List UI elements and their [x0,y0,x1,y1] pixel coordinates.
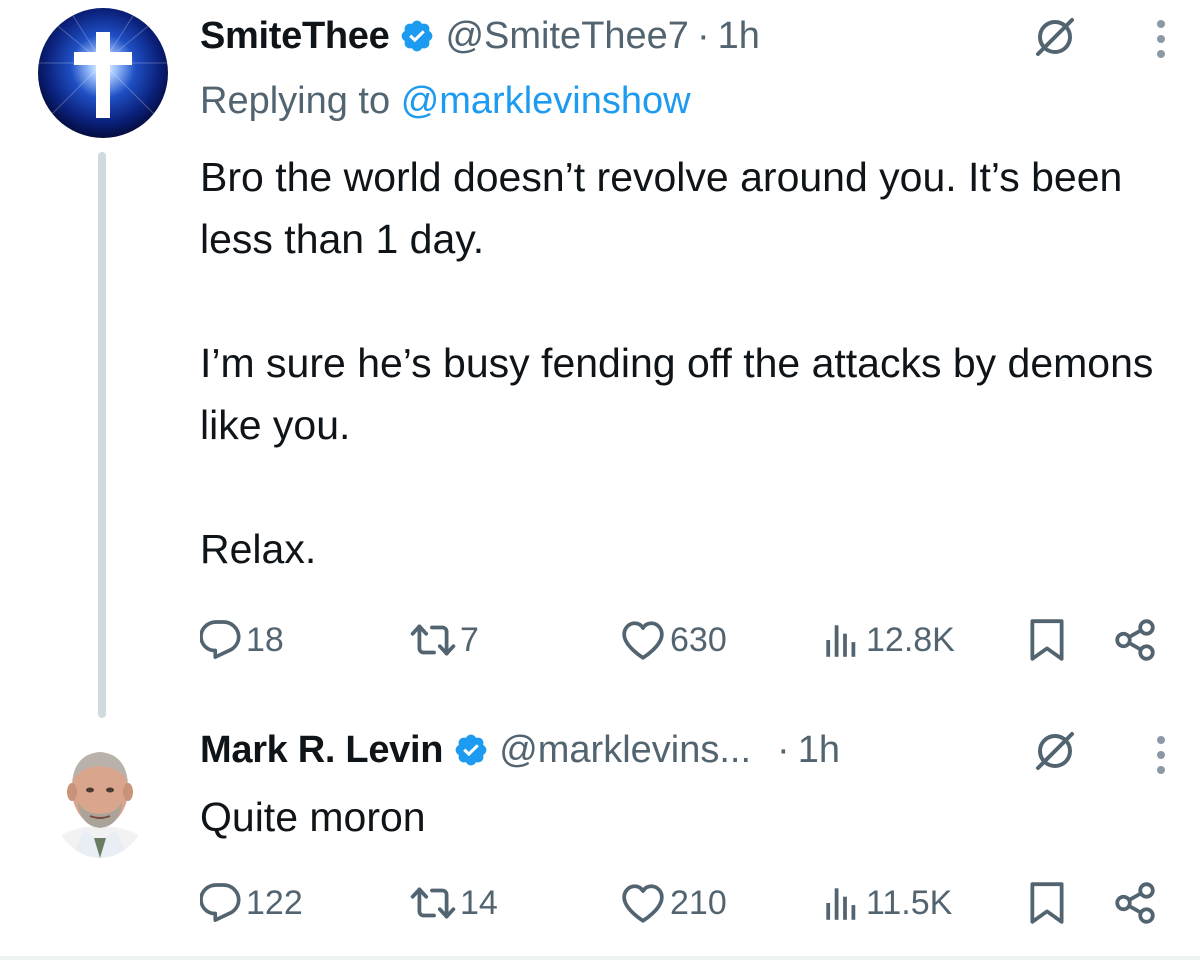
more-options-icon[interactable] [1151,14,1171,64]
repost-button[interactable]: 7 [410,615,479,665]
tweet-paragraph: Relax. [200,526,317,572]
view-count: 11.5K [866,883,953,922]
reply-count: 122 [246,883,303,922]
repost-count: 7 [460,620,479,659]
tweet-paragraph: Quite moron [200,794,426,840]
views-button[interactable]: 11.5K [820,878,952,928]
bookmark-icon [1026,880,1068,926]
verified-badge-icon[interactable] [399,18,435,54]
divider [0,956,1200,960]
share-icon [1112,617,1158,663]
profile-photo [50,734,150,858]
user-handle[interactable]: @marklevins... [499,729,751,772]
reply-count: 18 [246,620,284,659]
views-icon [820,882,862,924]
tweet-text: Bro the world doesn’t revolve around you… [200,146,1180,580]
views-icon [820,619,862,661]
reply-icon [200,619,242,661]
heart-icon [620,882,666,924]
share-icon [1112,880,1158,926]
timestamp[interactable]: 1h [718,15,760,58]
tweet-smitethee[interactable]: SmiteThee @SmiteThee7 · 1h Replying to @… [0,0,1200,718]
heart-icon [620,619,666,661]
view-count: 12.8K [866,620,955,659]
cross-icon [38,8,168,138]
replying-to-mention[interactable]: @marklevinshow [401,80,691,122]
bookmark-icon [1026,617,1068,663]
repost-button[interactable]: 14 [410,878,498,928]
repost-icon [410,882,456,924]
reply-icon [200,882,242,924]
share-button[interactable] [1112,878,1162,928]
user-handle[interactable]: @SmiteThee7 [445,15,688,58]
tweet-header: Mark R. Levin @marklevins... · 1h [200,720,840,780]
bookmark-button[interactable] [1026,615,1072,665]
reply-button[interactable]: 18 [200,615,284,665]
separator-dot: · [696,14,710,57]
display-name[interactable]: Mark R. Levin [200,729,443,772]
tweet-paragraph: I’m sure he’s busy fending off the attac… [200,340,1154,448]
replying-to-label: Replying to [200,80,391,122]
tweet-paragraph: Bro the world doesn’t revolve around you… [200,154,1123,262]
bookmark-button[interactable] [1026,878,1072,928]
display-name[interactable]: SmiteThee [200,15,390,58]
verified-badge-icon[interactable] [453,732,489,768]
avatar[interactable] [38,8,168,138]
grok-icon[interactable] [1030,12,1080,62]
like-count: 630 [670,620,727,659]
grok-icon[interactable] [1030,726,1080,776]
like-button[interactable]: 630 [620,615,727,665]
tweet-text: Quite moron [200,786,1180,848]
avatar[interactable] [50,734,150,858]
timestamp[interactable]: 1h [798,729,840,772]
separator-dot: · [777,728,790,771]
thread-line [98,152,106,718]
repost-icon [410,619,456,661]
action-bar: 122 14 210 11.5K [200,878,1170,928]
action-bar: 18 7 630 12.8K [200,615,1170,665]
views-button[interactable]: 12.8K [820,615,955,665]
share-button[interactable] [1112,615,1162,665]
repost-count: 14 [460,883,498,922]
like-count: 210 [670,883,727,922]
tweet-header: SmiteThee @SmiteThee7 · 1h [200,6,760,66]
like-button[interactable]: 210 [620,878,727,928]
replying-to: Replying to @marklevinshow [200,80,691,123]
tweet-marklevin[interactable]: Mark R. Levin @marklevins... · 1h Quite … [0,720,1200,956]
reply-button[interactable]: 122 [200,878,303,928]
more-options-icon[interactable] [1151,730,1171,780]
